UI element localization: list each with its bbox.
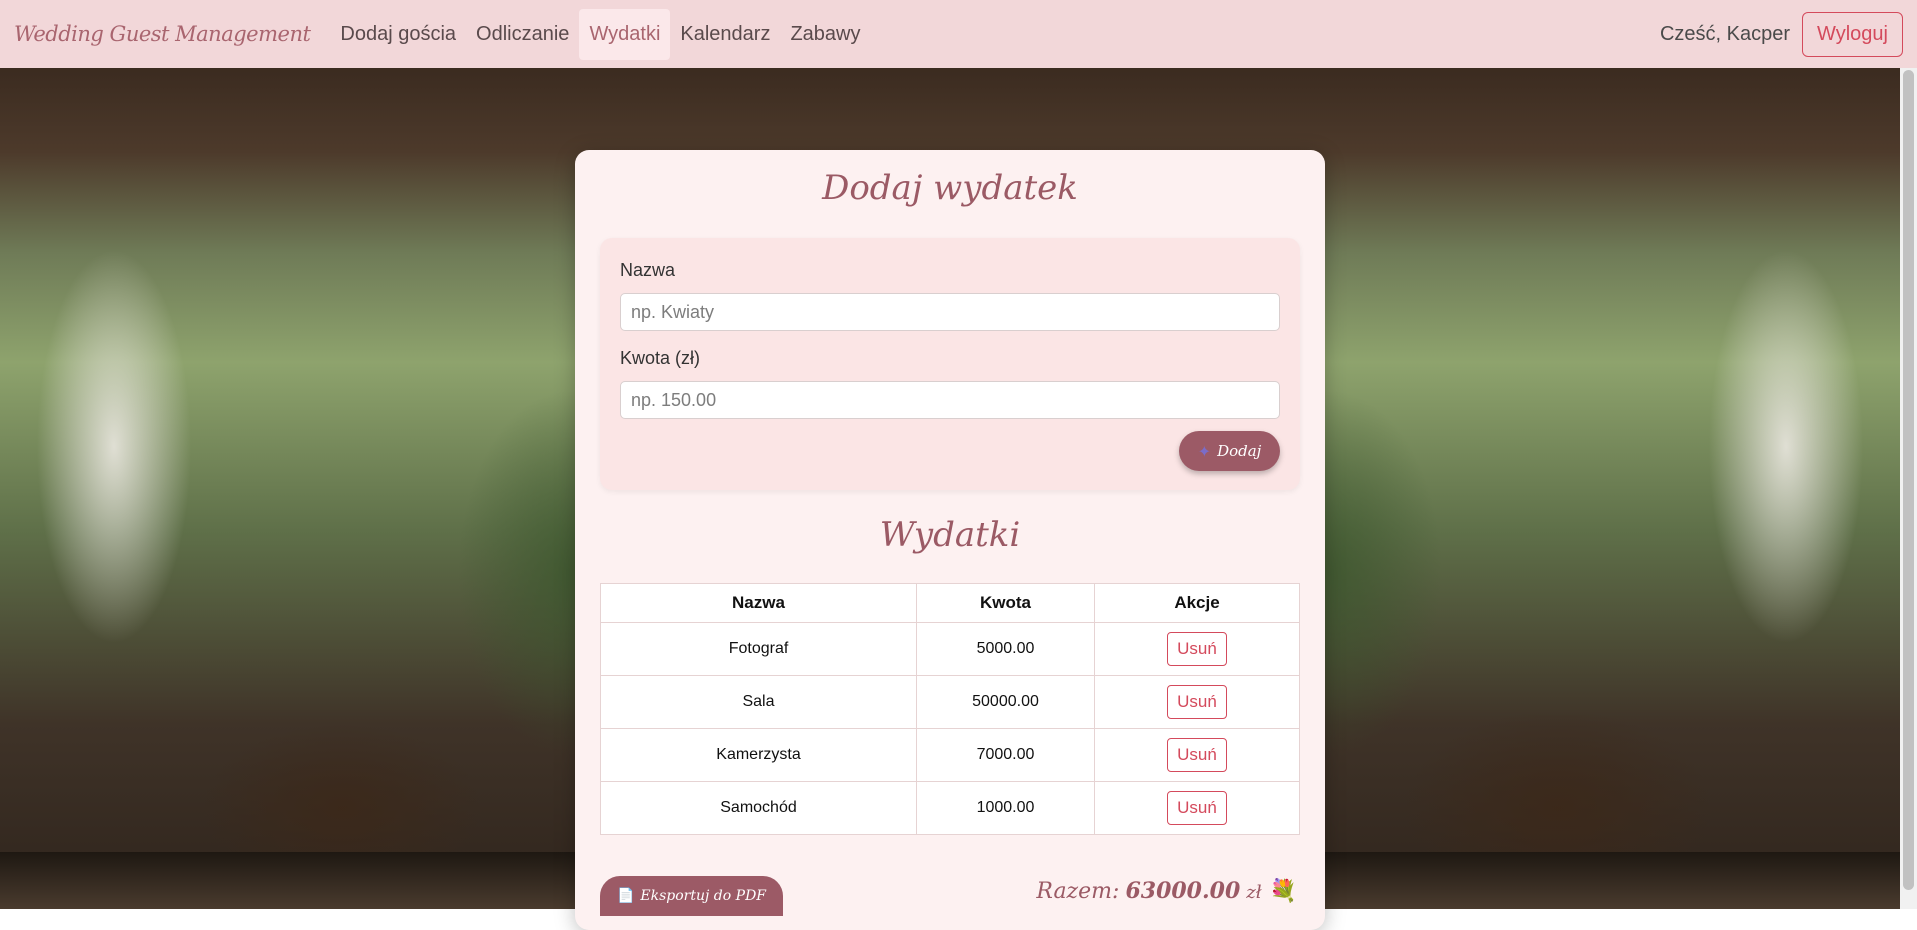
nav-games[interactable]: Zabawy [780,9,870,60]
nav-calendar[interactable]: Kalendarz [670,9,780,60]
expense-name: Samochód [600,781,917,835]
total-amount: 63000.00 [1125,878,1241,904]
delete-button[interactable]: Usuń [1167,685,1227,719]
total-summary: Razem: 63000.00 zł 💐 [1036,878,1297,904]
column-header-actions: Akcje [1094,583,1300,623]
nav-countdown[interactable]: Odliczanie [466,9,579,60]
add-button-label: Dodaj [1217,442,1262,460]
expense-name: Sala [600,675,917,729]
plus-icon: ✦ [1197,441,1212,461]
expense-name: Fotograf [600,622,917,676]
column-header-name: Nazwa [600,583,917,623]
nav-add-guest[interactable]: Dodaj gościa [330,9,466,60]
delete-button[interactable]: Usuń [1167,738,1227,772]
table-row: Kamerzysta 7000.00 Usuń [600,728,1300,782]
expense-amount: 50000.00 [916,675,1095,729]
document-icon: 📄 [616,888,635,904]
total-currency: zł [1246,882,1262,903]
add-expense-form: Nazwa Kwota (zł) ✦ Dodaj [600,238,1300,490]
amount-input[interactable] [620,381,1280,419]
nav-expenses[interactable]: Wydatki [579,8,671,60]
expense-actions: Usuń [1094,675,1300,729]
expense-amount: 7000.00 [916,728,1095,782]
amount-label: Kwota (zł) [620,348,701,368]
export-pdf-button[interactable]: 📄 Eksportuj do PDF [600,876,783,916]
expenses-card: Dodaj wydatek Nazwa Kwota (zł) ✦ Dodaj W… [575,150,1325,930]
brand-logo[interactable]: Wedding Guest Management [14,22,311,46]
scrollbar-thumb[interactable] [1903,70,1914,890]
name-label: Nazwa [620,260,676,280]
expense-amount: 5000.00 [916,622,1095,676]
delete-button[interactable]: Usuń [1167,791,1227,825]
name-input[interactable] [620,293,1280,331]
table-row: Fotograf 5000.00 Usuń [600,622,1300,676]
nav-links: Dodaj gościa Odliczanie Wydatki Kalendar… [330,8,870,60]
user-greeting: Cześć, Kacper [1659,22,1791,45]
user-area: Cześć, Kacper Wyloguj [1659,11,1903,57]
form-title: Dodaj wydatek [822,168,1078,208]
total-label: Razem: [1036,879,1120,904]
expense-actions: Usuń [1094,622,1300,676]
scrollbar[interactable] [1900,68,1917,909]
column-header-amount: Kwota [916,583,1095,623]
expense-name: Kamerzysta [600,728,917,782]
expense-amount: 1000.00 [916,781,1095,835]
navbar: Wedding Guest Management Dodaj gościa Od… [0,0,1917,68]
add-expense-button[interactable]: ✦ Dodaj [1179,431,1280,471]
table-row: Samochód 1000.00 Usuń [600,781,1300,835]
expenses-table: Nazwa Kwota Akcje Fotograf 5000.00 Usuń … [600,583,1300,835]
expense-actions: Usuń [1094,781,1300,835]
export-label: Eksportuj do PDF [640,888,767,904]
table-header-row: Nazwa Kwota Akcje [600,583,1300,623]
bouquet-icon: 💐 [1269,879,1297,904]
expenses-title: Wydatki [879,515,1021,555]
expense-actions: Usuń [1094,728,1300,782]
delete-button[interactable]: Usuń [1167,632,1227,666]
table-row: Sala 50000.00 Usuń [600,675,1300,729]
logout-button[interactable]: Wyloguj [1802,11,1903,57]
